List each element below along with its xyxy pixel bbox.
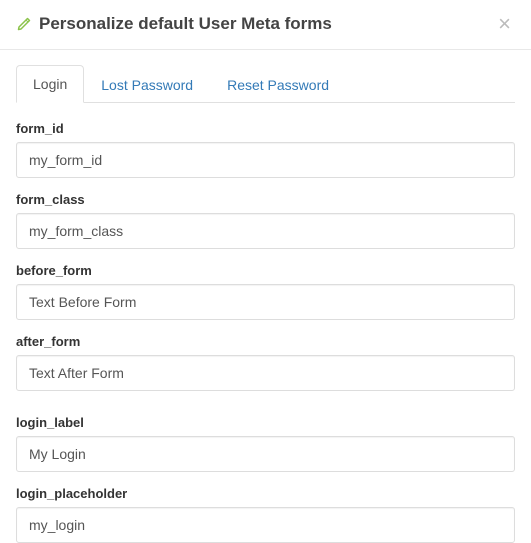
label-before-form: before_form (16, 263, 515, 278)
modal-title-wrap: Personalize default User Meta forms (16, 14, 332, 34)
field-after-form: after_form (16, 334, 515, 391)
label-form-class: form_class (16, 192, 515, 207)
close-icon: × (498, 11, 511, 36)
input-after-form[interactable] (16, 355, 515, 391)
field-login-label: login_label (16, 415, 515, 472)
input-form-id[interactable] (16, 142, 515, 178)
tabs: Login Lost Password Reset Password (16, 64, 515, 103)
label-login-label: login_label (16, 415, 515, 430)
input-login-placeholder[interactable] (16, 507, 515, 543)
label-after-form: after_form (16, 334, 515, 349)
tab-login[interactable]: Login (16, 65, 84, 103)
field-before-form: before_form (16, 263, 515, 320)
field-login-placeholder: login_placeholder (16, 486, 515, 543)
close-button[interactable]: × (494, 13, 515, 35)
field-form-id: form_id (16, 121, 515, 178)
input-form-class[interactable] (16, 213, 515, 249)
label-login-placeholder: login_placeholder (16, 486, 515, 501)
edit-icon (16, 16, 32, 32)
page-title: Personalize default User Meta forms (39, 14, 332, 34)
modal-body: Login Lost Password Reset Password form_… (0, 50, 531, 543)
input-login-label[interactable] (16, 436, 515, 472)
tab-reset-password[interactable]: Reset Password (210, 66, 346, 103)
field-form-class: form_class (16, 192, 515, 249)
input-before-form[interactable] (16, 284, 515, 320)
modal-header: Personalize default User Meta forms × (0, 0, 531, 50)
tab-lost-password[interactable]: Lost Password (84, 66, 210, 103)
label-form-id: form_id (16, 121, 515, 136)
